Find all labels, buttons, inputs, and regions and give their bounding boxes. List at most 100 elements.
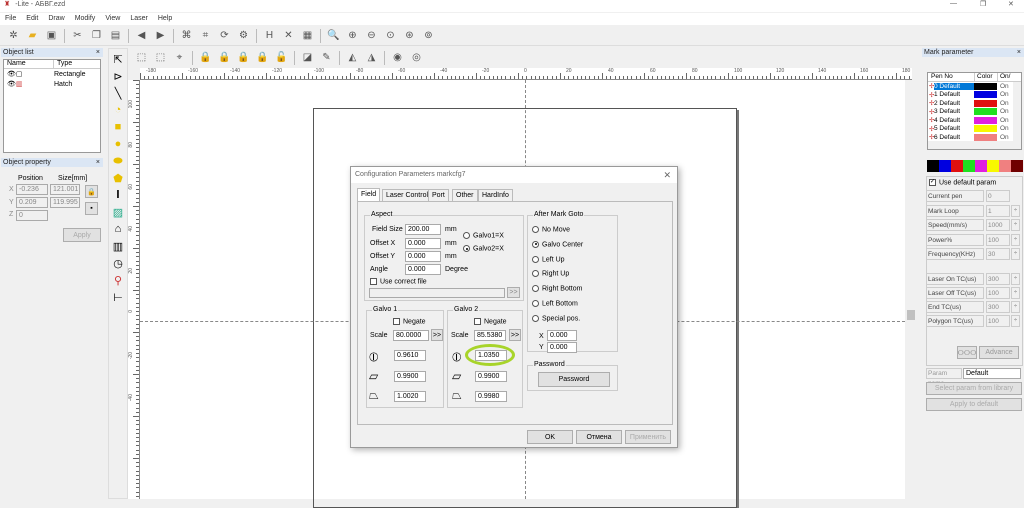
spin-button[interactable]: ÷ [1011,301,1020,313]
galvo1-scale-input[interactable]: 80.0000 [393,330,429,341]
select-param-library-button[interactable]: Select param from library [926,382,1022,395]
palette-color[interactable] [963,160,975,172]
galvo2-trapezoid-input[interactable]: 0.9980 [475,391,507,402]
apply-button[interactable]: Применить [625,430,671,444]
galvo1x-radio[interactable]: Galvo1=X [463,232,504,239]
pen-row[interactable]: ✢ 3 Default On [928,108,1021,117]
zoom-in-icon[interactable]: ⊕ [345,28,360,43]
param-input[interactable]: 100 [986,233,1010,246]
apply-button[interactable]: Apply [63,228,101,242]
minimize-button[interactable]: — [950,0,957,7]
eye-icon[interactable]: 👁▥ [4,80,54,88]
pen-row[interactable]: ✢ 4 Default On [928,116,1021,125]
select-cursor-icon[interactable]: ⬚ [153,50,168,65]
hatch-icon[interactable]: H [262,28,277,43]
tab-other[interactable]: Other [452,189,478,201]
output-port-icon[interactable]: ⊢ [111,290,125,304]
galvo2x-radio[interactable]: Galvo2=X [463,245,504,252]
close-button[interactable]: ✕ [1008,0,1014,8]
ok-button[interactable]: OK [527,430,573,444]
vertical-scrollbar[interactable] [905,80,917,499]
pen-row[interactable]: ✢ 1 Default On [928,91,1021,100]
polygon-icon[interactable]: ⬟ [111,171,125,185]
color-pick-icon[interactable]: ◪ [300,50,315,65]
tab-hardinfo[interactable]: HardInfo [478,189,513,201]
cut-icon[interactable]: ✂ [70,28,85,43]
tab-laser-control[interactable]: Laser Control [382,189,433,201]
spin-button[interactable]: ÷ [1011,315,1020,327]
position-x-input[interactable]: -0.236 [16,184,48,195]
galvo1-scale-more-button[interactable]: >> [431,329,443,341]
galvo2-scale-input[interactable]: 85.5380 [474,330,506,341]
close-icon[interactable]: × [96,158,100,167]
ellipse-icon[interactable]: ⬬ [111,154,125,168]
param-input[interactable]: 30 [986,248,1010,260]
copy-icon[interactable]: ❐ [89,28,104,43]
palette-color[interactable] [951,160,963,172]
field-size-input[interactable]: 200.00 [405,224,441,235]
column-on[interactable]: On/ [998,73,1010,81]
lock-icon[interactable]: 🔒 [217,50,232,65]
lock-icon[interactable]: 🔒 [236,50,251,65]
maximize-button[interactable]: ❐ [980,0,986,8]
center-icon[interactable]: ⌖ [172,50,187,65]
close-icon[interactable]: × [1017,48,1021,57]
galvo2-negate-checkbox[interactable]: Negate [474,318,507,325]
eye-icon[interactable]: ◎ [409,50,424,65]
spin-button[interactable]: ÷ [1011,248,1020,260]
list-item[interactable]: 👁▥ Hatch [4,79,100,89]
rotate-icon[interactable]: ⟳ [217,28,232,43]
after-mark-option[interactable]: Left Bottom [532,300,578,307]
galvo1-parallel-input[interactable]: 0.9900 [394,371,426,382]
correct-file-path[interactable] [369,288,505,298]
radio-button[interactable] [532,226,539,233]
galvo2-scale-more-button[interactable]: >> [509,329,521,341]
zoom-all-icon[interactable]: ⊙ [383,28,398,43]
radio-button[interactable] [532,240,539,248]
column-pen-no[interactable]: Pen No [928,73,975,81]
param-name-input[interactable]: Default [963,368,1021,379]
eye-icon[interactable]: ◉ [390,50,405,65]
use-correct-file-checkbox[interactable]: Use correct file [370,278,427,285]
zoom-icon[interactable]: 🔍 [326,28,341,43]
special-x-input[interactable]: 0.000 [547,330,577,341]
radio-button[interactable] [532,285,539,293]
menu-view[interactable]: View [105,15,120,22]
zoom-page-icon[interactable]: ⊚ [421,28,436,43]
menu-file[interactable]: File [5,15,16,22]
param-input[interactable]: 300 [986,301,1010,313]
zoom-select-icon[interactable]: ⊛ [402,28,417,43]
new-icon[interactable]: ✲ [6,28,21,43]
after-mark-option[interactable]: Left Up [532,255,565,263]
use-default-param-checkbox[interactable]: ✓ Use default param [929,179,996,186]
password-button[interactable]: Password [538,372,610,387]
pen-row[interactable]: ✢ 0 Default On [928,82,1021,91]
galvo1-barrel-input[interactable]: 0.9610 [394,350,426,361]
pen-h-scrollbar[interactable] [928,141,1021,149]
input-port-icon[interactable]: ⚲ [111,273,125,287]
zoom-out-icon[interactable]: ⊖ [364,28,379,43]
spin-button[interactable]: ÷ [1011,204,1020,217]
special-y-input[interactable]: 0.000 [547,342,577,353]
galvo2-parallel-input[interactable]: 0.9900 [475,371,507,382]
text-icon[interactable]: 𝐈 [111,188,125,202]
select-icon[interactable]: ⌗ [198,28,213,43]
anchor-button[interactable]: ▪ [85,202,98,215]
pen-icon[interactable]: ✎ [319,50,334,65]
close-icon[interactable]: × [96,48,100,57]
after-mark-option[interactable]: Right Up [532,270,569,278]
image-icon[interactable]: ▨ [111,205,125,219]
menu-laser[interactable]: Laser [130,15,148,22]
lock-ratio-button[interactable]: 🔒 [85,185,98,198]
column-type[interactable]: Type [54,60,72,68]
position-z-input[interactable]: 0 [16,210,48,221]
palette-color[interactable] [987,160,999,172]
position-y-input[interactable]: 0.209 [16,197,48,208]
param-input[interactable]: 0 [986,190,1010,202]
param-input[interactable]: 1000 [986,219,1010,231]
param-input[interactable]: 1 [986,204,1010,217]
apply-to-default-button[interactable]: Apply to default [926,398,1022,411]
spin-button[interactable]: ÷ [1011,219,1020,231]
galvo1-negate-checkbox[interactable]: Negate [393,318,426,325]
param-input[interactable]: 100 [986,287,1010,299]
